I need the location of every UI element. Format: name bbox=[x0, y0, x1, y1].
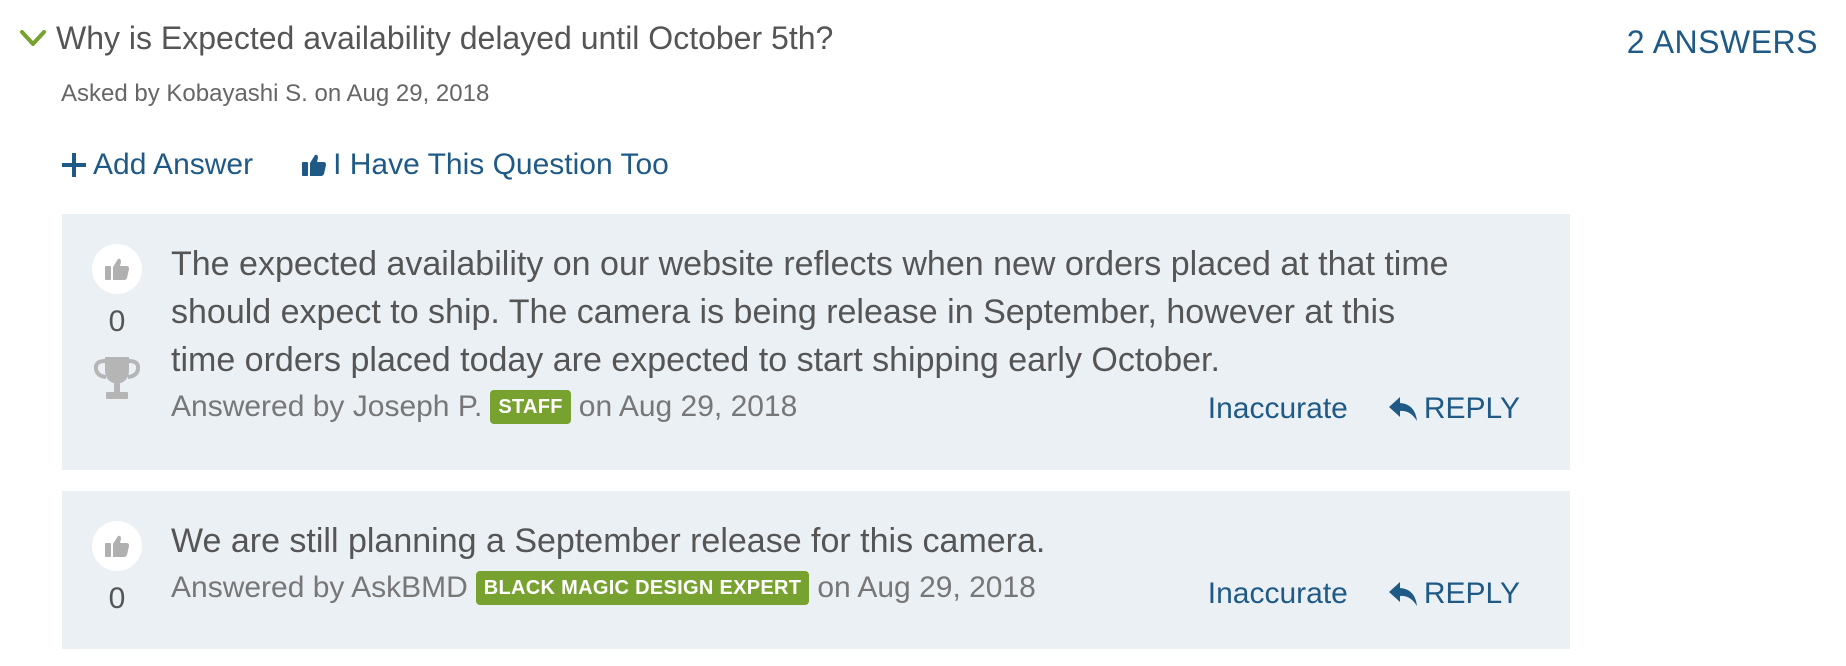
vote-column: 0 bbox=[92, 244, 142, 402]
vote-column: 0 bbox=[92, 521, 142, 617]
add-answer-button[interactable]: Add Answer bbox=[61, 148, 253, 182]
answer-date: on Aug 29, 2018 bbox=[817, 571, 1036, 604]
question-actions: Add Answer I Have This Question Too bbox=[61, 148, 669, 182]
answers-count-link[interactable]: 2 ANSWERS bbox=[1627, 24, 1818, 61]
chevron-down-icon[interactable] bbox=[18, 23, 48, 53]
inaccurate-link[interactable]: Inaccurate bbox=[1208, 392, 1348, 426]
reply-label: REPLY bbox=[1423, 577, 1520, 610]
reply-button[interactable]: REPLY bbox=[1388, 577, 1520, 611]
upvote-button[interactable] bbox=[92, 244, 142, 294]
answer-text: The expected availability on our website… bbox=[171, 245, 1449, 379]
asked-by: Asked by Kobayashi S. on Aug 29, 2018 bbox=[61, 80, 490, 107]
answer-text: We are still planning a September releas… bbox=[171, 522, 1046, 560]
add-answer-label: Add Answer bbox=[93, 148, 254, 181]
question-title: Why is Expected availability delayed unt… bbox=[56, 20, 834, 56]
answered-by: Answered by AskBMD bbox=[171, 571, 468, 604]
reply-arrow-icon bbox=[1388, 397, 1417, 421]
plus-icon bbox=[62, 153, 86, 177]
reply-button[interactable]: REPLY bbox=[1388, 392, 1520, 426]
staff-badge: STAFF bbox=[490, 390, 571, 424]
answer-links: Inaccurate REPLY bbox=[1208, 577, 1520, 611]
answered-by: Answered by Joseph P. bbox=[171, 390, 483, 423]
expert-badge: BLACK MAGIC DESIGN EXPERT bbox=[475, 571, 810, 605]
reply-arrow-icon bbox=[1388, 582, 1417, 606]
thumbs-up-icon bbox=[105, 258, 129, 280]
thumbs-up-icon bbox=[302, 154, 327, 176]
vote-count: 0 bbox=[108, 582, 126, 615]
answer-date: on Aug 29, 2018 bbox=[578, 390, 798, 423]
upvote-button[interactable] bbox=[92, 521, 142, 571]
inaccurate-link[interactable]: Inaccurate bbox=[1208, 577, 1348, 611]
answer-item: 0 We are still planning a September rele… bbox=[62, 491, 1570, 649]
question-header: Why is Expected availability delayed unt… bbox=[18, 18, 833, 58]
answer-links: Inaccurate REPLY bbox=[1208, 392, 1520, 426]
have-question-too-label: I Have This Question Too bbox=[333, 148, 669, 181]
reply-label: REPLY bbox=[1423, 392, 1520, 425]
have-question-too-button[interactable]: I Have This Question Too bbox=[301, 148, 669, 182]
thumbs-up-icon bbox=[105, 535, 129, 557]
answer-item: 0 The expected availability on our websi… bbox=[62, 214, 1570, 470]
vote-count: 0 bbox=[108, 305, 126, 338]
trophy-icon bbox=[93, 357, 141, 399]
